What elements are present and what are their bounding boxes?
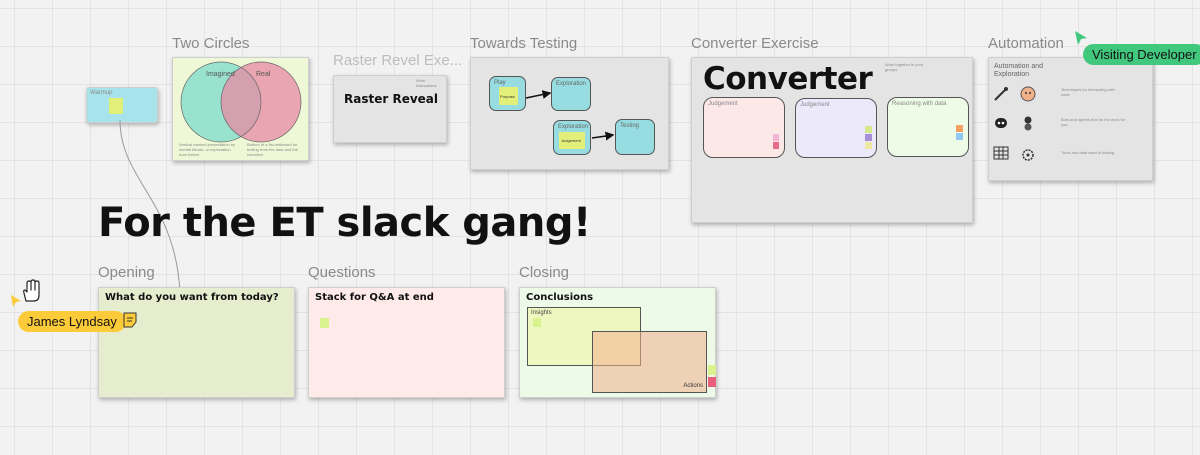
- closing-heading: Conclusions: [526, 292, 594, 303]
- sticky-note[interactable]: [708, 377, 716, 387]
- james-lyndsay-cursor-label: James Lyndsay: [18, 311, 126, 332]
- venn-left-label: Imagined: [206, 71, 235, 78]
- automation-heading: Automation and Exploration: [994, 63, 1044, 78]
- sticky-note[interactable]: [708, 365, 716, 375]
- automation-row3-text: Tools and data used in testing: [1061, 150, 1114, 155]
- board-headline: For the ET slack gang!: [98, 200, 591, 246]
- opening-frame[interactable]: What do you want from today?: [98, 287, 295, 398]
- opening-heading: What do you want from today?: [105, 292, 279, 303]
- converter-area-1[interactable]: Judgement: [703, 97, 785, 158]
- converter-area-2[interactable]: Judgement: [795, 98, 877, 158]
- sticky-note[interactable]: [533, 318, 541, 327]
- cursor-arrow-icon: [1075, 31, 1087, 45]
- raster-reveal-frame[interactable]: Raster Reveal Work Instructions: [333, 75, 447, 143]
- screwdriver-icon: [994, 87, 1008, 101]
- converter-title: Converter Exercise: [691, 35, 819, 52]
- flow-arrows: [525, 90, 615, 141]
- raster-reveal-note: Work Instructions: [416, 78, 437, 88]
- raster-reveal-heading: Raster Reveal: [344, 92, 439, 106]
- questions-heading: Stack for Q&A at end: [315, 292, 434, 303]
- robot-icon: [995, 118, 1007, 128]
- closing-title: Closing: [519, 264, 570, 281]
- hand-cursor-icon: [23, 279, 40, 302]
- converter-note: Work together in your groups: [885, 62, 924, 72]
- questions-frame[interactable]: Stack for Q&A at end: [308, 287, 505, 398]
- towards-testing-frame[interactable]: Play Purpose Exploration Exploration Jud…: [470, 57, 669, 170]
- sticky-note[interactable]: [320, 318, 329, 328]
- venn-left-caption: Vertical marked presentation by mental b…: [179, 142, 236, 157]
- cursor-arrow-icon: [11, 295, 21, 307]
- sticky-note[interactable]: [865, 142, 872, 149]
- table-icon: [993, 146, 1009, 160]
- automation-row1-text: Techniques for interacting with code: [1061, 87, 1115, 97]
- converter-frame[interactable]: Converter Work together in your groups J…: [691, 57, 973, 223]
- bot-icon: [1024, 116, 1032, 131]
- raster-reveal-title: Raster Revel Exe...: [333, 52, 463, 69]
- converter-area-1-label: Judgement: [708, 101, 738, 107]
- venn-right-caption: Bottom of a fist-whirlwind for testing f…: [247, 142, 298, 157]
- opening-title: Opening: [98, 264, 155, 281]
- sticky-note[interactable]: [773, 142, 779, 149]
- automation-row2-text: Bots and agents that do the work for you: [1061, 117, 1126, 127]
- closing-frame[interactable]: Conclusions Insights Actions: [519, 287, 716, 398]
- visiting-developer-cursor-label: Visiting Developer: [1083, 44, 1200, 65]
- face-icon: [1020, 86, 1036, 102]
- sticky-note[interactable]: [956, 133, 963, 140]
- two-circles-title: Two Circles: [172, 35, 250, 52]
- automation-title: Automation: [988, 35, 1064, 52]
- automation-frame[interactable]: Automation and Exploration Techniques fo…: [988, 57, 1153, 181]
- questions-title: Questions: [308, 264, 376, 281]
- insights-box-label: Insights: [531, 310, 552, 316]
- actions-box-label: Actions: [683, 383, 703, 389]
- gears-icon: [1022, 149, 1034, 161]
- towards-testing-title: Towards Testing: [470, 35, 578, 52]
- sticky-note[interactable]: [773, 134, 779, 141]
- converter-area-2-label: Judgement: [800, 102, 830, 108]
- two-circles-frame[interactable]: Imagined Real Vertical marked presentati…: [172, 57, 309, 161]
- sticky-note[interactable]: [956, 125, 963, 132]
- sticky-note-icon: [123, 312, 137, 328]
- actions-box[interactable]: Actions: [592, 331, 707, 393]
- converter-area-3-label: Reasoning with data: [892, 101, 947, 107]
- sticky-note[interactable]: [865, 134, 872, 141]
- converter-area-3[interactable]: Reasoning with data: [887, 97, 969, 157]
- sticky-note[interactable]: [865, 126, 872, 133]
- converter-heading: Converter: [703, 61, 873, 97]
- venn-right-label: Real: [256, 71, 271, 78]
